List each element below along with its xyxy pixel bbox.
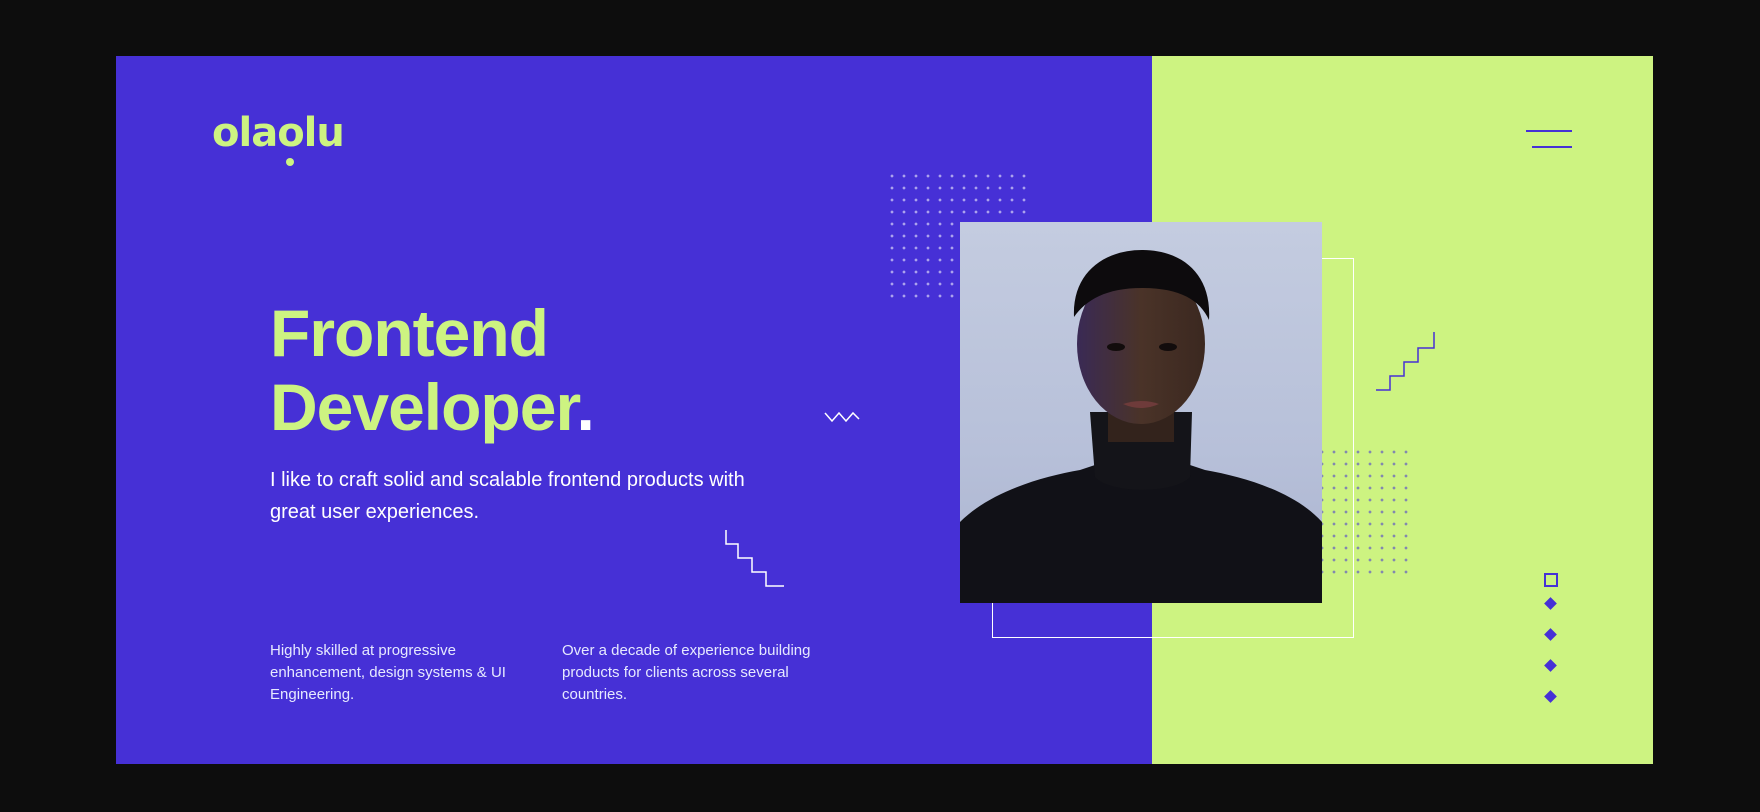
headline-period: .	[576, 370, 595, 444]
menu-line-top	[1526, 130, 1572, 132]
hamburger-menu-icon[interactable]	[1524, 128, 1572, 154]
headline-word: Developer	[270, 370, 577, 444]
page-title: Frontend Developer.	[270, 296, 595, 444]
feature-text-experience: Over a decade of experience building pro…	[562, 642, 811, 703]
feature-text-skills: Highly skilled at progressive enhancemen…	[270, 642, 506, 703]
menu-line-bottom	[1532, 146, 1572, 148]
logo-text-start: ola	[212, 110, 278, 156]
hero-frame: ola o lu Frontend Developer. I like to cra…	[116, 56, 1653, 764]
headline-line-2: Developer.	[270, 370, 595, 444]
staircase-decoration-right	[1376, 332, 1435, 391]
staircase-decoration-left	[725, 530, 784, 587]
logo-text-end: lu	[303, 110, 345, 156]
headline-line-1: Frontend	[270, 296, 549, 370]
portrait-illustration	[960, 250, 1322, 603]
square-outline-icon[interactable]	[1544, 573, 1558, 587]
hero-tagline: I like to craft solid and scalable front…	[270, 469, 745, 523]
logo-text-o: o	[277, 110, 305, 156]
zigzag-decoration	[824, 411, 860, 423]
brand-logo[interactable]: ola o lu	[212, 110, 345, 156]
portrait-image	[960, 222, 1322, 603]
